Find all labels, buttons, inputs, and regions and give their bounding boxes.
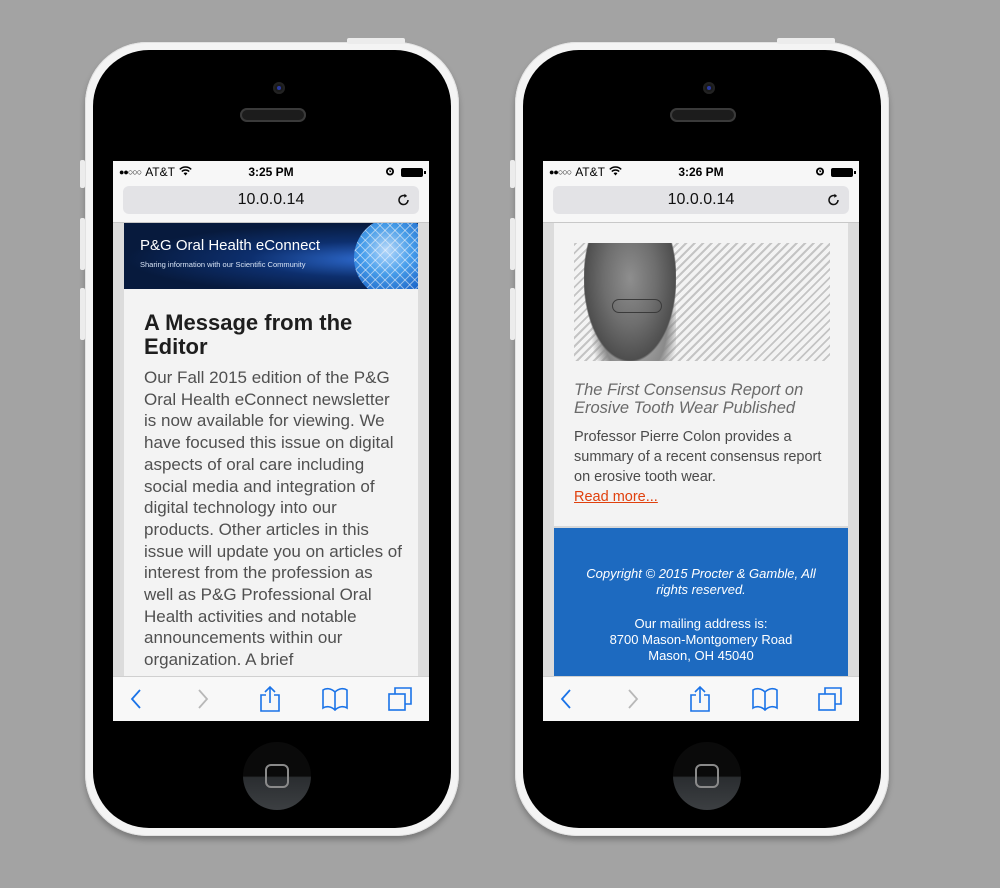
url-text: 10.0.0.14 — [237, 191, 305, 208]
share-icon — [260, 685, 280, 712]
phone-left: ●●○○○ AT&T 3:25 PM 10.0.0.14 P&G Oral He… — [80, 38, 459, 836]
back-icon — [130, 689, 141, 709]
power-button — [777, 38, 835, 44]
bookmarks-icon — [322, 687, 348, 711]
address-bar[interactable]: 10.0.0.14 — [123, 186, 419, 214]
front-camera-icon — [703, 82, 715, 94]
volume-up-button — [80, 218, 85, 270]
earpiece-speaker — [240, 108, 306, 122]
bookmarks-button[interactable] — [320, 685, 350, 713]
front-camera-icon — [273, 82, 285, 94]
read-more-link[interactable]: Read more... — [574, 489, 658, 505]
earpiece-speaker — [670, 108, 736, 122]
forward-icon — [198, 689, 209, 709]
phone-face: ●●○○○ AT&T 3:25 PM 10.0.0.14 P&G Oral He… — [93, 50, 451, 828]
browser-toolbar — [543, 676, 859, 721]
reload-icon[interactable] — [827, 186, 841, 217]
street-address: 8700 Mason-Montgomery Road — [609, 632, 793, 647]
newsletter-footer: Copyright © 2015 Procter & Gamble, All r… — [554, 526, 848, 677]
browser-toolbar — [113, 676, 429, 721]
volume-down-button — [510, 288, 515, 340]
mute-switch — [80, 160, 85, 188]
home-button[interactable] — [243, 742, 311, 810]
banner-title: P&G Oral Health eConnect — [140, 237, 321, 254]
share-button[interactable] — [255, 685, 285, 713]
battery-icon — [831, 167, 856, 177]
status-bar: ●●○○○ AT&T 3:26 PM — [543, 161, 859, 183]
share-button[interactable] — [685, 685, 715, 713]
address-bar[interactable]: 10.0.0.14 — [553, 186, 849, 214]
newsletter-banner: P&G Oral Health eConnect Sharing informa… — [124, 223, 418, 289]
screen: ●●○○○ AT&T 3:25 PM 10.0.0.14 P&G Oral He… — [113, 161, 429, 721]
mute-switch — [510, 160, 515, 188]
forward-button[interactable] — [188, 685, 218, 713]
web-page[interactable]: P&G Oral Health eConnect Sharing informa… — [113, 223, 429, 677]
mailing-label: Our mailing address is: — [634, 616, 768, 631]
alarm-icon — [815, 165, 825, 179]
volume-up-button — [510, 218, 515, 270]
article-heading: A Message from the Editor — [144, 310, 353, 359]
clock: 3:26 PM — [678, 165, 724, 179]
article-body: Professor Pierre Colon provides a summar… — [574, 429, 822, 485]
author-portrait — [574, 243, 830, 361]
editor-article: A Message from the Editor Our Fall 2015 … — [144, 311, 404, 671]
article-body: Our Fall 2015 edition of the P&G Oral He… — [144, 368, 402, 670]
url-text: 10.0.0.14 — [667, 191, 735, 208]
article-summary: Professor Pierre Colon provides a summar… — [574, 427, 834, 507]
back-button[interactable] — [551, 685, 581, 713]
author-photo — [584, 243, 676, 361]
tabs-icon — [818, 687, 842, 711]
screen: ●●○○○ AT&T 3:26 PM 10.0.0.14 The First C… — [543, 161, 859, 721]
phone-face: ●●○○○ AT&T 3:26 PM 10.0.0.14 The First C… — [523, 50, 881, 828]
home-square-icon — [265, 764, 289, 788]
network-globe-graphic — [354, 223, 418, 289]
reload-icon[interactable] — [397, 186, 411, 217]
back-icon — [560, 689, 571, 709]
bookmarks-icon — [752, 687, 778, 711]
power-button — [347, 38, 405, 44]
tabs-button[interactable] — [385, 685, 415, 713]
forward-button[interactable] — [618, 685, 648, 713]
volume-down-button — [80, 288, 85, 340]
home-square-icon — [695, 764, 719, 788]
forward-icon — [628, 689, 639, 709]
status-bar: ●●○○○ AT&T 3:25 PM — [113, 161, 429, 183]
article-card: The First Consensus Report on Erosive To… — [554, 223, 848, 526]
tabs-button[interactable] — [815, 685, 845, 713]
home-button[interactable] — [673, 742, 741, 810]
web-page[interactable]: The First Consensus Report on Erosive To… — [543, 223, 859, 677]
phone-right: ●●○○○ AT&T 3:26 PM 10.0.0.14 The First C… — [510, 38, 889, 836]
alarm-icon — [385, 165, 395, 179]
banner-subtitle: Sharing information with our Scientific … — [140, 260, 306, 269]
copyright-text: Copyright © 2015 Procter & Gamble, All r… — [586, 566, 816, 597]
bookmarks-button[interactable] — [750, 685, 780, 713]
tabs-icon — [388, 687, 412, 711]
battery-icon — [401, 167, 426, 177]
city-address: Mason, OH 45040 — [648, 648, 754, 663]
back-button[interactable] — [121, 685, 151, 713]
article-title: The First Consensus Report on Erosive To… — [574, 381, 804, 417]
mailing-address: Our mailing address is: 8700 Mason-Montg… — [554, 616, 848, 664]
clock: 3:25 PM — [248, 165, 294, 179]
share-icon — [690, 685, 710, 712]
newsletter-card: P&G Oral Health eConnect Sharing informa… — [124, 223, 418, 677]
